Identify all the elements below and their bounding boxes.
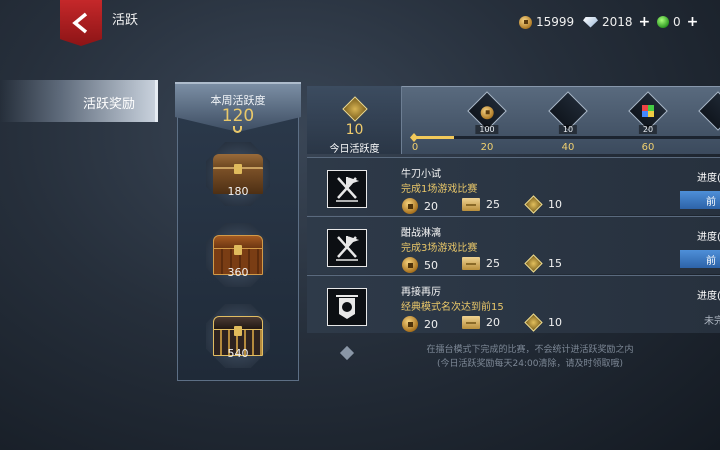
gold-coin-icon: [402, 257, 418, 273]
chest-threshold: 360: [227, 266, 249, 279]
ticket-icon: [462, 316, 480, 329]
progress-marker-icon: [410, 133, 418, 142]
footer-note-line2: (今日活跃奖励每天24:00清除，请及时领取哦): [437, 359, 623, 369]
reward-coins: 20: [402, 198, 438, 214]
progress-label: 进度(: [697, 291, 720, 302]
progress-tick: 60: [641, 142, 655, 153]
reward-tickets-value: 25: [486, 257, 500, 270]
reward-tickets-value: 20: [486, 316, 500, 329]
chest-threshold: 180: [227, 185, 249, 198]
task-description: 完成1场游戏比赛: [401, 184, 478, 195]
diamond-icon: [583, 16, 598, 28]
milestone-count: 10: [558, 125, 578, 134]
banner-emblem-icon: [327, 288, 367, 326]
green-gem-icon: [657, 16, 669, 28]
daily-progress-track: [413, 136, 720, 139]
reward-points: 10: [524, 313, 562, 332]
reward-coins: 20: [402, 316, 438, 332]
today-activity-value: 10: [345, 122, 364, 138]
gem-value: 0: [673, 15, 681, 29]
ticket-icon: [462, 198, 480, 211]
gem-balance: 0 +: [657, 14, 698, 30]
reward-coins-value: 20: [424, 317, 438, 331]
progress-tick: 0: [411, 142, 419, 153]
sidebar-item-activity-rewards[interactable]: 活跃奖励: [0, 80, 158, 122]
go-button[interactable]: 前: [680, 191, 720, 209]
task-title: 再接再厉: [401, 287, 441, 298]
go-button[interactable]: 前: [680, 250, 720, 268]
reward-tickets: 25: [462, 257, 500, 270]
footer-note-line1: 在擂台模式下完成的比赛，不会统计进活跃奖励之内: [426, 345, 634, 355]
diamond-bullet-icon: [339, 345, 355, 361]
today-activity-label: 今日活跃度: [329, 144, 380, 155]
gold-coin-icon: [480, 105, 494, 119]
task-title: 牛刀小试: [401, 169, 441, 180]
gold-coin-icon: [402, 316, 418, 332]
reward-coins-value: 50: [424, 258, 438, 272]
reward-coins: 50: [402, 257, 438, 273]
back-button[interactable]: [60, 0, 102, 46]
progress-label: 进度(: [697, 232, 720, 243]
progress-tick: 40: [561, 142, 575, 153]
gold-coin-icon: [402, 198, 418, 214]
gold-coin-icon: [519, 15, 532, 29]
task-status: 未完: [704, 316, 720, 327]
reward-points: 10: [524, 195, 562, 214]
gold-coin-balance: 15999: [519, 14, 574, 30]
task-row: 牛刀小试 完成1场游戏比赛 20 25 10 进度( 前: [307, 157, 720, 215]
add-diamond-icon[interactable]: +: [639, 14, 651, 30]
task-description: 完成3场游戏比赛: [401, 243, 478, 254]
task-title: 酣战淋漓: [401, 228, 441, 239]
reward-tickets-value: 25: [486, 198, 500, 211]
task-row: 酣战淋漓 完成3场游戏比赛 50 25 15 进度( 前: [307, 216, 720, 274]
activity-badge-icon: [524, 313, 543, 332]
weekly-activity-value: 120: [221, 106, 255, 126]
daily-progress-fill: [413, 136, 454, 139]
reward-points: 15: [524, 254, 562, 273]
progress-tick: 20: [480, 142, 494, 153]
footer-note: 在擂台模式下完成的比赛，不会统计进活跃奖励之内 (今日活跃奖励每天24:00清除…: [400, 343, 660, 371]
milestone-count: 100: [475, 125, 499, 134]
multicolor-gem-icon: [642, 105, 654, 117]
page-title: 活跃: [112, 13, 139, 28]
crossed-swords-flag-icon: [327, 229, 367, 267]
ticket-icon: [462, 257, 480, 270]
chest-threshold: 540: [227, 347, 249, 360]
reward-points-value: 10: [548, 198, 562, 211]
task-row: 再接再厉 经典模式名次达到前15 20 20 10 进度( 未完: [307, 275, 720, 333]
activity-badge-icon: [524, 254, 543, 273]
task-description: 经典模式名次达到前15: [401, 302, 504, 313]
add-gem-icon[interactable]: +: [687, 14, 699, 30]
reward-points-value: 15: [548, 257, 562, 270]
diamond-balance: 2018 +: [583, 14, 650, 30]
progress-label: 进度(: [697, 173, 720, 184]
diamond-value: 2018: [602, 15, 633, 29]
top-bar: 活跃 15999 2018 + 0 +: [0, 0, 720, 48]
reward-points-value: 10: [548, 316, 562, 329]
crossed-swords-flag-icon: [327, 170, 367, 208]
reward-tickets: 20: [462, 316, 500, 329]
chevron-left-icon: [72, 12, 88, 34]
milestone-count: 20: [638, 125, 658, 134]
reward-coins-value: 20: [424, 199, 438, 213]
reward-tickets: 25: [462, 198, 500, 211]
gold-coin-value: 15999: [536, 15, 575, 29]
sidebar-item-label: 活跃奖励: [82, 97, 135, 112]
activity-badge-icon: [524, 195, 543, 214]
